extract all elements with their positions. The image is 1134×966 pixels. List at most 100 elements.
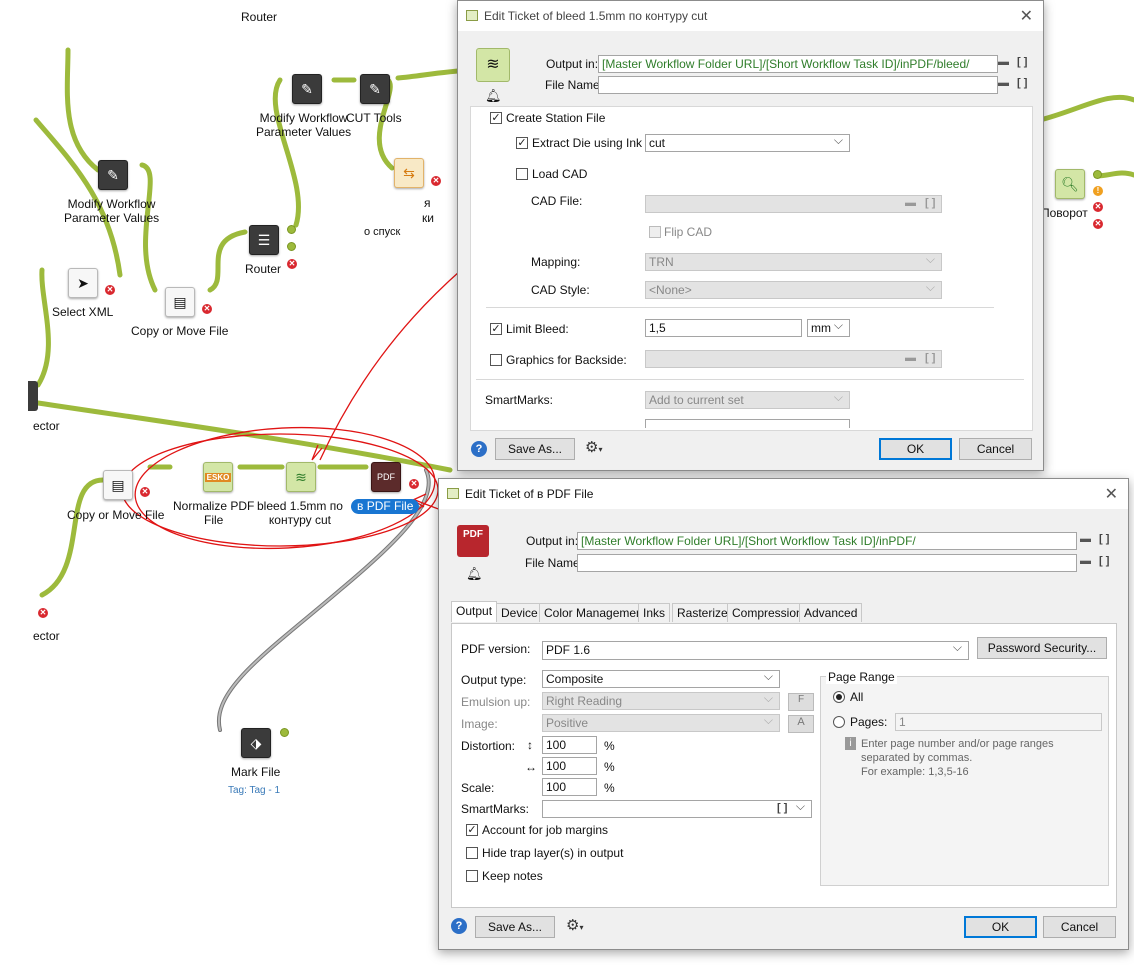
modify-workflow-node-2[interactable]: ✎ <box>98 160 128 190</box>
limit-bleed-input[interactable]: 1,5 <box>645 319 802 337</box>
tab-output[interactable]: Output <box>451 601 498 622</box>
keep-notes-label: Keep notes <box>482 869 543 883</box>
percent-label: % <box>604 760 615 774</box>
output-type-select[interactable]: Composite <box>542 670 780 688</box>
mapping-select[interactable]: TRN <box>645 253 942 271</box>
variable-icon[interactable]: [ ] <box>925 352 935 364</box>
node-label-mark-tag: Tag: Tag - 1 <box>228 785 281 796</box>
smartmarks-extra-field[interactable] <box>645 419 850 428</box>
tab-compression[interactable]: Compression <box>727 603 808 622</box>
save-as-button[interactable]: Save As... <box>475 916 555 938</box>
create-station-label: Create Station File <box>506 111 606 125</box>
graphics-backside-field[interactable] <box>645 350 942 368</box>
page-range-group <box>820 676 1109 886</box>
hide-trap-checkbox[interactable] <box>466 847 478 859</box>
file-name-field[interactable] <box>598 76 998 94</box>
bleed-node[interactable]: ≋ <box>286 462 316 492</box>
router-swap-node[interactable]: ⇆ <box>394 158 424 188</box>
output-port[interactable] <box>287 242 296 251</box>
cancel-button[interactable]: Cancel <box>1043 916 1116 938</box>
node-label-copy-move-2: Copy or Move File <box>67 508 165 522</box>
pdf-icon: PDF <box>377 472 395 482</box>
router-node[interactable]: ☰ <box>249 225 279 255</box>
variable-icon[interactable]: [ ] <box>1099 555 1109 567</box>
distortion-horizontal-input[interactable]: 100 <box>542 757 597 775</box>
tab-advanced[interactable]: Advanced <box>799 603 863 622</box>
select-xml-node[interactable]: ➤ <box>68 268 98 298</box>
page-range-hint-2: separated by commas. <box>861 752 973 764</box>
gear-icon[interactable]: ⚙▾ <box>585 438 602 456</box>
file-name-field[interactable] <box>577 554 1077 572</box>
limit-bleed-checkbox[interactable]: ✓ <box>490 323 502 335</box>
mark-file-node[interactable]: ⬗ <box>241 728 271 758</box>
folder-icon[interactable]: ▬ <box>905 352 916 364</box>
tab-inks[interactable]: Inks <box>638 603 671 622</box>
node-label-to-pdf: в PDF File <box>351 499 420 514</box>
scale-input[interactable]: 100 <box>542 778 597 796</box>
limit-bleed-label: Limit Bleed: <box>506 322 569 336</box>
cad-style-select[interactable]: <None> <box>645 281 942 299</box>
limit-bleed-unit-select[interactable]: mm <box>807 319 850 337</box>
folder-icon[interactable]: ▬ <box>998 77 1009 89</box>
variable-icon[interactable]: [ ] <box>925 197 935 209</box>
variable-icon[interactable]: [ ] <box>777 802 787 814</box>
keep-notes-checkbox[interactable] <box>466 870 478 882</box>
folder-icon[interactable]: ▬ <box>1080 533 1091 545</box>
output-port[interactable] <box>1093 170 1102 179</box>
page-range-hint-1: Enter page number and/or page ranges <box>861 738 1054 750</box>
load-cad-checkbox[interactable] <box>516 168 528 180</box>
folder-icon[interactable]: ▬ <box>998 56 1009 68</box>
all-pages-radio[interactable] <box>833 691 845 703</box>
esko-pdf-icon: ESKO <box>204 472 232 482</box>
account-margins-checkbox[interactable]: ✓ <box>466 824 478 836</box>
copy-move-node-1[interactable]: ▤ <box>165 287 195 317</box>
save-as-button[interactable]: Save As... <box>495 438 575 460</box>
pdf-version-select[interactable]: PDF 1.6 <box>542 641 969 660</box>
smartmarks-select[interactable]: Add to current set <box>645 391 850 409</box>
extract-die-ink-select[interactable]: cut <box>645 134 850 152</box>
folder-icon[interactable]: ▬ <box>905 197 916 209</box>
cancel-button[interactable]: Cancel <box>959 438 1032 460</box>
image-select[interactable]: Positive <box>542 714 780 732</box>
create-station-checkbox[interactable]: ✓ <box>490 112 502 124</box>
tab-color-management[interactable]: Color Management <box>539 603 652 622</box>
distortion-vertical-input[interactable]: 100 <box>542 736 597 754</box>
ok-button[interactable]: OK <box>964 916 1037 938</box>
cad-file-field[interactable] <box>645 195 942 213</box>
rotate-node[interactable]: 🔍︎ <box>1055 169 1085 199</box>
folder-icon[interactable]: ▬ <box>1080 555 1091 567</box>
flip-cad-checkbox[interactable] <box>649 226 661 238</box>
extract-die-checkbox[interactable]: ✓ <box>516 137 528 149</box>
graphics-backside-checkbox[interactable] <box>490 354 502 366</box>
close-icon[interactable]: ✕ <box>1020 6 1033 26</box>
connector-node-1[interactable] <box>28 381 38 411</box>
normalize-pdf-node[interactable]: ESKO <box>203 462 233 492</box>
pages-input[interactable]: 1 <box>895 713 1102 731</box>
modify-workflow-node-1[interactable]: ✎ <box>292 74 322 104</box>
password-security-button[interactable]: Password Security... <box>977 637 1107 659</box>
output-port[interactable] <box>287 225 296 234</box>
error-icon: ✕ <box>1093 219 1103 229</box>
output-port[interactable] <box>280 728 289 737</box>
variable-icon[interactable]: [ ] <box>1017 77 1027 89</box>
close-icon[interactable]: ✕ <box>1105 484 1118 504</box>
smartmarks-select[interactable] <box>542 800 812 818</box>
pages-radio[interactable] <box>833 716 845 728</box>
account-margins-label: Account for job margins <box>482 823 609 837</box>
node-label-mark-file: Mark File <box>231 765 281 779</box>
copy-move-node-2[interactable]: ▤ <box>103 470 133 500</box>
help-icon[interactable]: ? <box>451 918 467 934</box>
emulsion-select[interactable]: Right Reading <box>542 692 780 710</box>
output-path-field[interactable]: [Master Workflow Folder URL]/[Short Work… <box>598 55 998 73</box>
cut-tools-node[interactable]: ✎ <box>360 74 390 104</box>
gear-icon[interactable]: ⚙▾ <box>566 916 583 934</box>
output-path-field[interactable]: [Master Workflow Folder URL]/[Short Work… <box>577 532 1077 550</box>
tab-device[interactable]: Device <box>496 603 543 622</box>
variable-icon[interactable]: [ ] <box>1017 56 1027 68</box>
to-pdf-node[interactable]: PDF <box>371 462 401 492</box>
tab-rasterize[interactable]: Rasterize <box>672 603 733 622</box>
variable-icon[interactable]: [ ] <box>1099 533 1109 545</box>
help-icon[interactable]: ? <box>471 441 487 457</box>
ok-button[interactable]: OK <box>879 438 952 460</box>
smartmarks-label: SmartMarks: <box>485 393 554 407</box>
